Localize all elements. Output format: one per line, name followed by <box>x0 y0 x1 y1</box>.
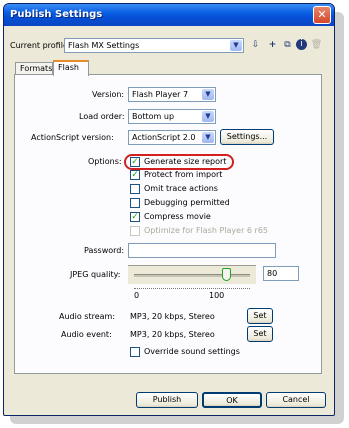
add-profile-icon[interactable]: + <box>266 38 279 52</box>
slider-min-label: 0 <box>134 291 140 300</box>
jpeg-quality-label: JPEG quality: <box>70 270 121 279</box>
publish-settings-dialog: Publish Settings ✕ Current profile: Flas… <box>3 3 335 416</box>
current-profile-label: Current profile: <box>10 41 71 50</box>
override-label: Override sound settings <box>144 347 240 356</box>
publish-button[interactable]: Publish <box>136 392 198 408</box>
checkbox <box>130 226 140 236</box>
checkbox[interactable] <box>130 347 140 357</box>
option-label: Debugging permitted <box>144 198 230 207</box>
chevron-down-icon: ▼ <box>230 40 242 51</box>
close-icon[interactable]: ✕ <box>313 6 331 24</box>
actionscript-settings-button[interactable]: Settings... <box>220 129 274 145</box>
audio-stream-label: Audio stream: <box>59 312 116 321</box>
options-label: Options: <box>88 157 122 166</box>
chevron-down-icon: ▼ <box>202 89 214 100</box>
tab-flash[interactable]: Flash <box>53 60 89 76</box>
actionscript-version-value: ActionScript 2.0 <box>132 133 196 142</box>
audio-event-label: Audio event: <box>61 330 112 339</box>
window-title: Publish Settings <box>10 9 103 20</box>
ok-button[interactable]: OK <box>202 392 262 408</box>
jpeg-quality-slider[interactable] <box>128 265 256 284</box>
audio-event-value: MP3, 20 kbps, Stereo <box>130 330 215 339</box>
slider-max-label: 100 <box>209 291 225 300</box>
title-bar[interactable]: Publish Settings ✕ <box>4 4 334 26</box>
checkbox[interactable] <box>130 184 140 194</box>
version-value: Flash Player 7 <box>132 90 189 99</box>
slider-ticks <box>134 284 250 289</box>
version-select[interactable]: Flash Player 7 ▼ <box>128 87 216 102</box>
slider-thumb[interactable] <box>222 268 232 281</box>
tab-flash-label: Flash <box>58 63 79 72</box>
password-field[interactable] <box>128 243 276 258</box>
option-label: Protect from import <box>144 170 223 179</box>
actionscript-version-label: ActionScript version: <box>31 133 114 142</box>
version-label: Version: <box>92 90 125 99</box>
audio-event-set-button[interactable]: Set <box>247 326 273 342</box>
duplicate-profile-icon[interactable]: ⧉ <box>281 38 294 52</box>
option-label: Compress movie <box>144 212 211 221</box>
jpeg-quality-input[interactable]: 80 <box>263 266 299 281</box>
info-icon[interactable]: i <box>296 39 307 50</box>
chevron-down-icon: ▼ <box>202 132 214 143</box>
tab-formats-label: Formats <box>20 64 53 73</box>
audio-stream-set-button[interactable]: Set <box>247 308 273 324</box>
actionscript-version-select[interactable]: ActionScript 2.0 ▼ <box>128 130 216 145</box>
checkmark-icon[interactable]: ✓ <box>130 170 140 180</box>
option-label: Omit trace actions <box>144 184 218 193</box>
audio-stream-value: MP3, 20 kbps, Stereo <box>130 312 215 321</box>
checkbox[interactable] <box>130 198 140 208</box>
load-order-select[interactable]: Bottom up ▼ <box>128 109 216 124</box>
current-profile-value: Flash MX Settings <box>68 41 140 50</box>
load-order-value: Bottom up <box>132 112 175 121</box>
cancel-button[interactable]: Cancel <box>266 392 326 408</box>
checkmark-icon[interactable]: ✓ <box>130 212 140 222</box>
current-profile-select[interactable]: Flash MX Settings ▼ <box>64 38 244 53</box>
highlight-ring <box>124 154 234 170</box>
password-label: Password: <box>84 246 125 255</box>
import-profile-icon[interactable]: ⇩ <box>249 38 262 52</box>
chevron-down-icon: ▼ <box>202 111 214 122</box>
load-order-label: Load order: <box>79 112 125 121</box>
option-label: Optimize for Flash Player 6 r65 <box>144 226 269 235</box>
slider-track <box>134 274 250 277</box>
delete-profile-icon[interactable]: 🗑 <box>310 38 323 52</box>
